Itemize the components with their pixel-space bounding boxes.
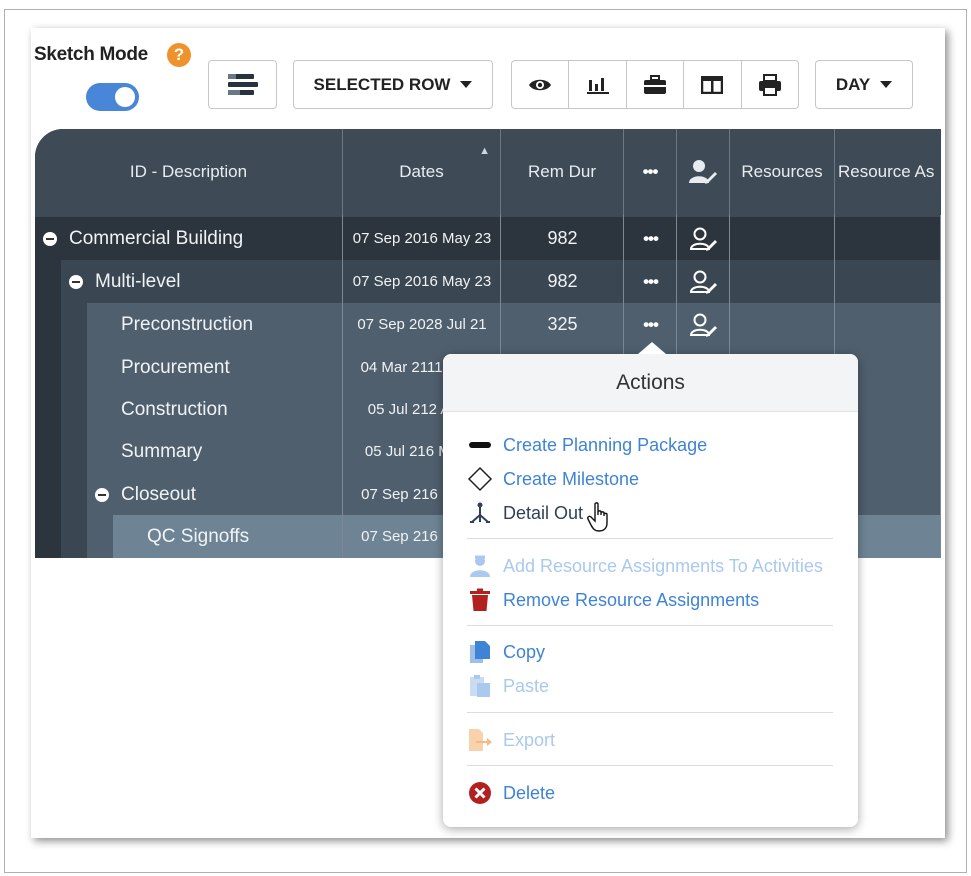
row-label: Procurement	[121, 356, 230, 378]
row-assign-button[interactable]	[677, 303, 730, 346]
paste-item[interactable]: Paste	[467, 671, 549, 701]
timescale-label: DAY	[835, 74, 871, 94]
print-button[interactable]	[742, 61, 798, 108]
row-assign-button[interactable]	[677, 217, 730, 260]
paste-icon	[467, 673, 493, 699]
row-actions-button[interactable]: •••	[624, 303, 677, 346]
row-label: Summary	[121, 440, 203, 462]
actions-popup: Actions Create Planning Package Create M…	[443, 342, 858, 827]
export-icon	[467, 727, 493, 753]
row-actions-button[interactable]: •••	[624, 217, 677, 260]
menu-divider	[467, 765, 833, 766]
toolbox-button[interactable]	[627, 61, 685, 108]
create-milestone-item[interactable]: Create Milestone	[467, 464, 639, 494]
row-rem-dur: 982	[547, 228, 578, 248]
col-header-dates[interactable]: Dates ▲	[343, 129, 501, 215]
hand-cursor-icon	[587, 502, 608, 532]
row-label: Commercial Building	[69, 227, 244, 249]
row-rem-dur: 982	[547, 271, 578, 291]
detail-out-item[interactable]: Detail Out	[467, 498, 613, 532]
eye-icon	[529, 79, 552, 90]
view-tools-group	[511, 60, 799, 109]
popup-title: Actions	[443, 354, 858, 412]
col-header-rem-dur[interactable]: Rem Dur	[501, 129, 624, 215]
trash-icon	[467, 587, 493, 613]
grid-header: ID - Description Dates ▲ Rem Dur ••• Res…	[35, 129, 941, 215]
export-item[interactable]: Export	[467, 725, 555, 755]
toolbox-icon	[644, 74, 667, 94]
resource-person-icon	[467, 553, 493, 579]
assign-person-icon	[689, 270, 717, 294]
col-header-assign[interactable]	[677, 129, 730, 215]
col-header-resource-assignments[interactable]: Resource As	[835, 129, 941, 215]
milestone-diamond-icon	[467, 466, 493, 492]
columns-icon	[701, 75, 724, 94]
col-header-id-description[interactable]: ID - Description	[35, 129, 343, 215]
row-rem-dur: 325	[547, 314, 578, 334]
column-layout-button[interactable]	[208, 60, 277, 109]
row-label: QC Signoffs	[147, 525, 250, 547]
collapse-icon[interactable]	[69, 274, 83, 289]
assign-person-icon	[689, 160, 717, 184]
menu-divider	[467, 538, 833, 539]
copy-icon	[467, 639, 493, 665]
layers-icon	[227, 73, 258, 95]
toggle-knob	[115, 87, 135, 107]
chevron-down-icon	[880, 81, 893, 88]
help-icon[interactable]: ?	[167, 43, 191, 67]
create-planning-package-item[interactable]: Create Planning Package	[467, 430, 707, 460]
col-header-resources[interactable]: Resources	[730, 129, 835, 215]
view-button[interactable]	[512, 61, 570, 108]
table-row[interactable]: Preconstruction 07 Sep 2028 Jul 21 325 •…	[35, 303, 941, 346]
row-dates: 07 Sep 2016 May 23	[352, 230, 492, 247]
row-dates: 07 Sep 2016 May 23	[352, 273, 492, 290]
printer-icon	[758, 73, 781, 96]
col-header-actions[interactable]: •••	[624, 129, 677, 215]
popup-arrow	[638, 342, 666, 354]
assign-person-icon	[689, 313, 717, 337]
selected-row-label: SELECTED ROW	[313, 74, 451, 94]
delete-icon	[467, 780, 493, 806]
row-label: Closeout	[121, 483, 196, 505]
detail-out-icon	[467, 500, 493, 526]
chart-button[interactable]	[569, 61, 627, 108]
timescale-dropdown[interactable]: DAY	[815, 60, 913, 109]
row-label: Multi-level	[95, 270, 181, 292]
sketch-mode-toggle[interactable]	[86, 83, 139, 111]
remove-resource-assignments-item[interactable]: Remove Resource Assignments	[467, 585, 759, 615]
sort-asc-icon: ▲	[479, 145, 490, 157]
menu-divider	[467, 712, 833, 713]
delete-item[interactable]: Delete	[467, 778, 555, 808]
row-label: Preconstruction	[121, 313, 254, 335]
collapse-icon[interactable]	[43, 231, 57, 246]
assign-person-icon	[689, 227, 717, 251]
chevron-down-icon	[460, 81, 473, 88]
collapse-icon[interactable]	[95, 487, 109, 502]
table-row[interactable]: Multi-level 07 Sep 2016 May 23 982 •••	[35, 260, 941, 303]
row-dates: 07 Sep 2028 Jul 21	[357, 316, 487, 333]
planning-package-icon	[467, 432, 493, 458]
row-actions-button[interactable]: •••	[624, 260, 677, 303]
row-label: Construction	[121, 398, 228, 420]
menu-divider	[467, 625, 833, 626]
row-assign-button[interactable]	[677, 260, 730, 303]
split-view-button[interactable]	[684, 61, 742, 108]
table-row[interactable]: Commercial Building 07 Sep 2016 May 23 9…	[35, 217, 941, 260]
bar-chart-icon	[586, 77, 609, 94]
add-resource-assignments-item[interactable]: Add Resource Assignments To Activities	[467, 551, 823, 581]
sketch-mode-label: Sketch Mode	[34, 44, 148, 65]
selected-row-dropdown[interactable]: SELECTED ROW	[293, 60, 493, 109]
copy-item[interactable]: Copy	[467, 637, 545, 667]
